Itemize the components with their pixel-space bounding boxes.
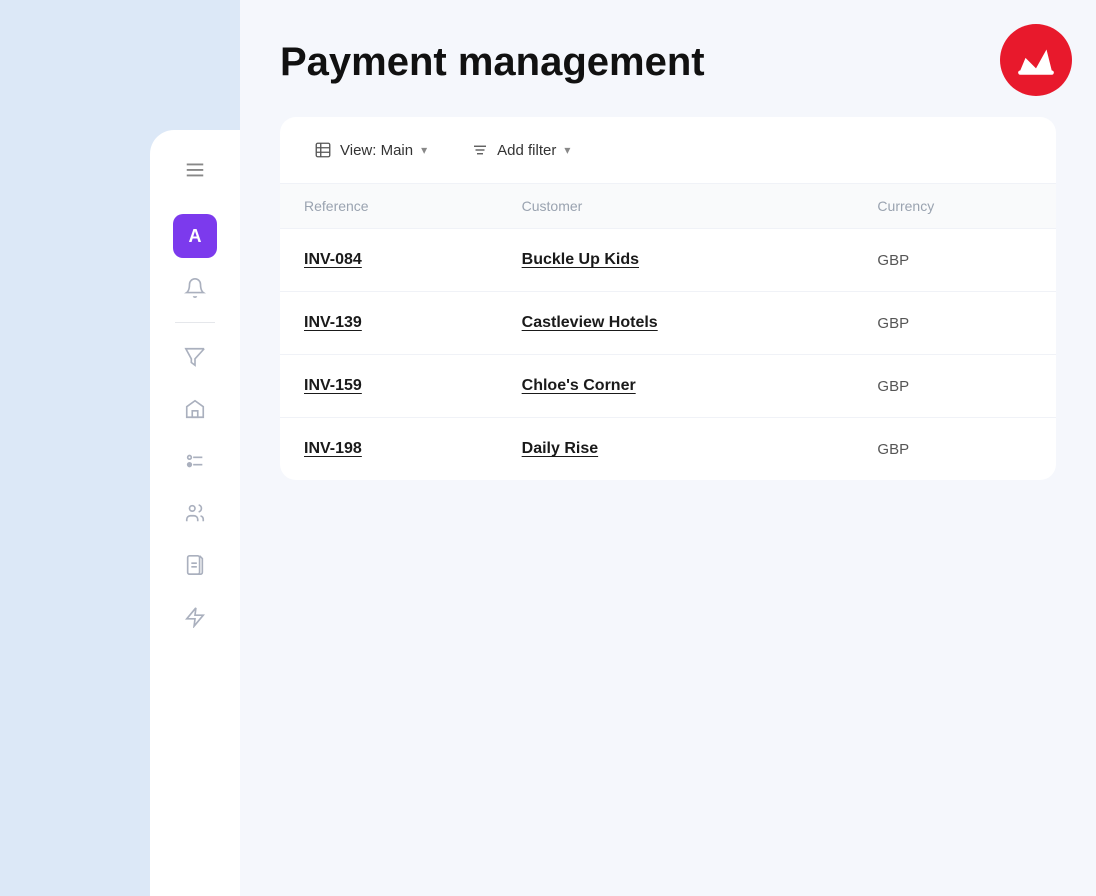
home-icon	[184, 398, 206, 420]
cell-customer[interactable]: Daily Rise	[498, 418, 854, 481]
page-title: Payment management	[280, 40, 1056, 85]
table-header-row: Reference Customer Currency	[280, 184, 1056, 229]
table-row: INV-159Chloe's CornerGBP	[280, 355, 1056, 418]
view-chevron-icon: ▾	[421, 143, 427, 157]
sidebar-item-filter[interactable]	[173, 335, 217, 379]
team-icon	[184, 502, 206, 524]
filter-icon	[184, 346, 206, 368]
table-row: INV-198Daily RiseGBP	[280, 418, 1056, 481]
menu-icon[interactable]	[176, 150, 214, 194]
sidebar-item-document[interactable]	[173, 543, 217, 587]
add-filter-button[interactable]: Add filter ▾	[461, 135, 580, 165]
col-header-currency: Currency	[853, 184, 1056, 229]
cell-reference[interactable]: INV-159	[280, 355, 498, 418]
sidebar-item-user[interactable]: A	[173, 214, 217, 258]
sidebar-divider-1	[175, 322, 215, 323]
main-content: Payment management View: Main ▾	[240, 0, 1096, 896]
cell-reference[interactable]: INV-198	[280, 418, 498, 481]
cell-customer[interactable]: Chloe's Corner	[498, 355, 854, 418]
sidebar: A	[150, 130, 240, 896]
table-row: INV-084Buckle Up KidsGBP	[280, 229, 1056, 292]
filter-chevron-icon: ▾	[564, 143, 570, 157]
table-icon	[314, 141, 332, 159]
view-selector-button[interactable]: View: Main ▾	[304, 135, 437, 165]
cell-reference[interactable]: INV-139	[280, 292, 498, 355]
cell-currency: GBP	[853, 292, 1056, 355]
view-label: View: Main	[340, 142, 413, 159]
sidebar-item-checklist[interactable]	[173, 439, 217, 483]
bell-icon	[184, 277, 206, 299]
sidebar-item-team[interactable]	[173, 491, 217, 535]
cell-currency: GBP	[853, 229, 1056, 292]
filter-label: Add filter	[497, 142, 556, 159]
cell-customer[interactable]: Castleview Hotels	[498, 292, 854, 355]
col-header-reference: Reference	[280, 184, 498, 229]
cell-reference[interactable]: INV-084	[280, 229, 498, 292]
filter-lines-icon	[471, 141, 489, 159]
payments-table: Reference Customer Currency INV-084Buckl…	[280, 184, 1056, 480]
document-icon	[184, 554, 206, 576]
sidebar-item-notifications[interactable]	[173, 266, 217, 310]
sidebar-item-lightning[interactable]	[173, 595, 217, 639]
cell-currency: GBP	[853, 418, 1056, 481]
col-header-customer: Customer	[498, 184, 854, 229]
table-toolbar: View: Main ▾ Add filter ▾	[280, 117, 1056, 184]
table-row: INV-139Castleview HotelsGBP	[280, 292, 1056, 355]
table-container: View: Main ▾ Add filter ▾ Reference Cust…	[280, 117, 1056, 480]
cell-currency: GBP	[853, 355, 1056, 418]
sidebar-item-home[interactable]	[173, 387, 217, 431]
lightning-icon	[184, 606, 206, 628]
cell-customer[interactable]: Buckle Up Kids	[498, 229, 854, 292]
app-avatar-button[interactable]	[1000, 24, 1072, 96]
checklist-icon	[184, 450, 206, 472]
